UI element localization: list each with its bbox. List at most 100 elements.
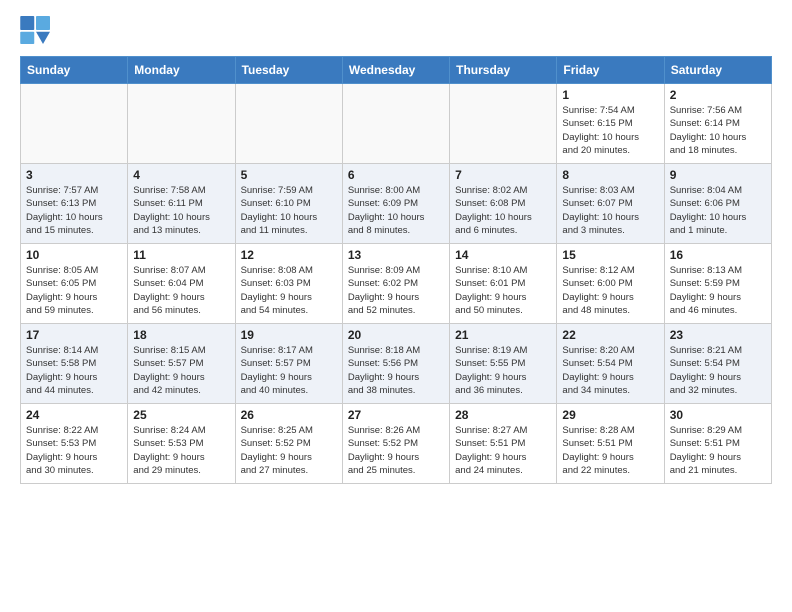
day-number: 29 [562,408,658,422]
day-info: Sunrise: 8:04 AM Sunset: 6:06 PM Dayligh… [670,184,766,237]
day-info: Sunrise: 8:21 AM Sunset: 5:54 PM Dayligh… [670,344,766,397]
day-number: 7 [455,168,551,182]
calendar-cell [235,84,342,164]
day-number: 23 [670,328,766,342]
calendar-cell: 2 Sunrise: 7:56 AM Sunset: 6:14 PM Daylig… [664,84,771,164]
day-number: 3 [26,168,122,182]
day-number: 24 [26,408,122,422]
day-info: Sunrise: 8:08 AM Sunset: 6:03 PM Dayligh… [241,264,337,317]
calendar-cell: 21Sunrise: 8:19 AM Sunset: 5:55 PM Dayli… [450,324,557,404]
day-number: 17 [26,328,122,342]
day-info: Sunrise: 8:12 AM Sunset: 6:00 PM Dayligh… [562,264,658,317]
day-info: Sunrise: 7:58 AM Sunset: 6:11 PM Dayligh… [133,184,229,237]
day-number: 14 [455,248,551,262]
day-number: 19 [241,328,337,342]
calendar-cell: 30 Sunrise: 8:29 AM Sunset: 5:51 PM Dayli… [664,404,771,484]
day-info: Sunrise: 8:00 AM Sunset: 6:09 PM Dayligh… [348,184,444,237]
calendar-cell: 23 Sunrise: 8:21 AM Sunset: 5:54 PM Dayli… [664,324,771,404]
day-number: 2 [670,88,766,102]
day-info: Sunrise: 8:28 AM Sunset: 5:51 PM Dayligh… [562,424,658,477]
weekday-header-wednesday: Wednesday [342,57,449,84]
day-info: Sunrise: 8:22 AM Sunset: 5:53 PM Dayligh… [26,424,122,477]
calendar-cell: 16Sunrise: 8:13 AM Sunset: 5:59 PM Dayli… [664,244,771,324]
calendar-cell: 27 Sunrise: 8:26 AM Sunset: 5:52 PM Dayli… [342,404,449,484]
weekday-header-sunday: Sunday [21,57,128,84]
day-info: Sunrise: 8:29 AM Sunset: 5:51 PM Dayligh… [670,424,766,477]
day-number: 1 [562,88,658,102]
day-number: 8 [562,168,658,182]
day-number: 28 [455,408,551,422]
weekday-header-monday: Monday [128,57,235,84]
day-info: Sunrise: 8:17 AM Sunset: 5:57 PM Dayligh… [241,344,337,397]
day-info: Sunrise: 8:27 AM Sunset: 5:51 PM Dayligh… [455,424,551,477]
calendar-cell: 26 Sunrise: 8:25 AM Sunset: 5:52 PM Dayli… [235,404,342,484]
calendar-cell: 18Sunrise: 8:15 AM Sunset: 5:57 PM Dayli… [128,324,235,404]
calendar-header-row: SundayMondayTuesdayWednesdayThursdayFrid… [21,57,772,84]
day-number: 6 [348,168,444,182]
day-number: 27 [348,408,444,422]
calendar-cell: 25 Sunrise: 8:24 AM Sunset: 5:53 PM Dayli… [128,404,235,484]
logo [20,16,56,44]
calendar-cell: 7Sunrise: 8:02 AM Sunset: 6:08 PM Daylig… [450,164,557,244]
calendar-cell [342,84,449,164]
day-number: 25 [133,408,229,422]
day-info: Sunrise: 7:54 AM Sunset: 6:15 PM Dayligh… [562,104,658,157]
calendar-week-row: 17 Sunrise: 8:14 AM Sunset: 5:58 PM Dayli… [21,324,772,404]
day-info: Sunrise: 8:24 AM Sunset: 5:53 PM Dayligh… [133,424,229,477]
calendar-cell: 28 Sunrise: 8:27 AM Sunset: 5:51 PM Dayli… [450,404,557,484]
calendar-cell [21,84,128,164]
calendar-cell: 1 Sunrise: 7:54 AM Sunset: 6:15 PM Daylig… [557,84,664,164]
calendar-cell: 9 Sunrise: 8:04 AM Sunset: 6:06 PM Daylig… [664,164,771,244]
logo-icon [20,16,52,44]
day-number: 12 [241,248,337,262]
calendar-week-row: 10Sunrise: 8:05 AM Sunset: 6:05 PM Dayli… [21,244,772,324]
calendar-cell: 3 Sunrise: 7:57 AM Sunset: 6:13 PM Daylig… [21,164,128,244]
header [20,16,772,44]
calendar-cell: 22Sunrise: 8:20 AM Sunset: 5:54 PM Dayli… [557,324,664,404]
day-info: Sunrise: 8:19 AM Sunset: 5:55 PM Dayligh… [455,344,551,397]
calendar-cell: 14 Sunrise: 8:10 AM Sunset: 6:01 PM Dayli… [450,244,557,324]
day-number: 9 [670,168,766,182]
calendar-cell: 13 Sunrise: 8:09 AM Sunset: 6:02 PM Dayli… [342,244,449,324]
day-info: Sunrise: 8:07 AM Sunset: 6:04 PM Dayligh… [133,264,229,317]
day-info: Sunrise: 8:26 AM Sunset: 5:52 PM Dayligh… [348,424,444,477]
calendar-cell [450,84,557,164]
day-info: Sunrise: 7:59 AM Sunset: 6:10 PM Dayligh… [241,184,337,237]
day-number: 13 [348,248,444,262]
weekday-header-friday: Friday [557,57,664,84]
weekday-header-tuesday: Tuesday [235,57,342,84]
day-info: Sunrise: 8:14 AM Sunset: 5:58 PM Dayligh… [26,344,122,397]
day-number: 15 [562,248,658,262]
calendar-week-row: 3 Sunrise: 7:57 AM Sunset: 6:13 PM Daylig… [21,164,772,244]
day-info: Sunrise: 8:18 AM Sunset: 5:56 PM Dayligh… [348,344,444,397]
day-info: Sunrise: 8:13 AM Sunset: 5:59 PM Dayligh… [670,264,766,317]
calendar-cell: 20 Sunrise: 8:18 AM Sunset: 5:56 PM Dayli… [342,324,449,404]
calendar-cell: 24 Sunrise: 8:22 AM Sunset: 5:53 PM Dayli… [21,404,128,484]
day-info: Sunrise: 8:03 AM Sunset: 6:07 PM Dayligh… [562,184,658,237]
day-info: Sunrise: 7:57 AM Sunset: 6:13 PM Dayligh… [26,184,122,237]
day-number: 26 [241,408,337,422]
calendar-cell: 4 Sunrise: 7:58 AM Sunset: 6:11 PM Daylig… [128,164,235,244]
weekday-header-thursday: Thursday [450,57,557,84]
day-number: 20 [348,328,444,342]
calendar-cell: 29 Sunrise: 8:28 AM Sunset: 5:51 PM Dayli… [557,404,664,484]
day-info: Sunrise: 8:10 AM Sunset: 6:01 PM Dayligh… [455,264,551,317]
calendar-cell: 10Sunrise: 8:05 AM Sunset: 6:05 PM Dayli… [21,244,128,324]
day-info: Sunrise: 8:09 AM Sunset: 6:02 PM Dayligh… [348,264,444,317]
day-info: Sunrise: 7:56 AM Sunset: 6:14 PM Dayligh… [670,104,766,157]
day-number: 18 [133,328,229,342]
calendar-week-row: 24 Sunrise: 8:22 AM Sunset: 5:53 PM Dayli… [21,404,772,484]
calendar-cell: 19 Sunrise: 8:17 AM Sunset: 5:57 PM Dayli… [235,324,342,404]
weekday-header-saturday: Saturday [664,57,771,84]
calendar-cell: 5Sunrise: 7:59 AM Sunset: 6:10 PM Daylig… [235,164,342,244]
calendar-cell: 15 Sunrise: 8:12 AM Sunset: 6:00 PM Dayli… [557,244,664,324]
calendar-cell: 6 Sunrise: 8:00 AM Sunset: 6:09 PM Daylig… [342,164,449,244]
day-number: 4 [133,168,229,182]
day-info: Sunrise: 8:25 AM Sunset: 5:52 PM Dayligh… [241,424,337,477]
day-info: Sunrise: 8:05 AM Sunset: 6:05 PM Dayligh… [26,264,122,317]
page: SundayMondayTuesdayWednesdayThursdayFrid… [0,0,792,504]
day-number: 22 [562,328,658,342]
calendar-week-row: 1 Sunrise: 7:54 AM Sunset: 6:15 PM Daylig… [21,84,772,164]
calendar-cell: 11Sunrise: 8:07 AM Sunset: 6:04 PM Dayli… [128,244,235,324]
day-number: 30 [670,408,766,422]
